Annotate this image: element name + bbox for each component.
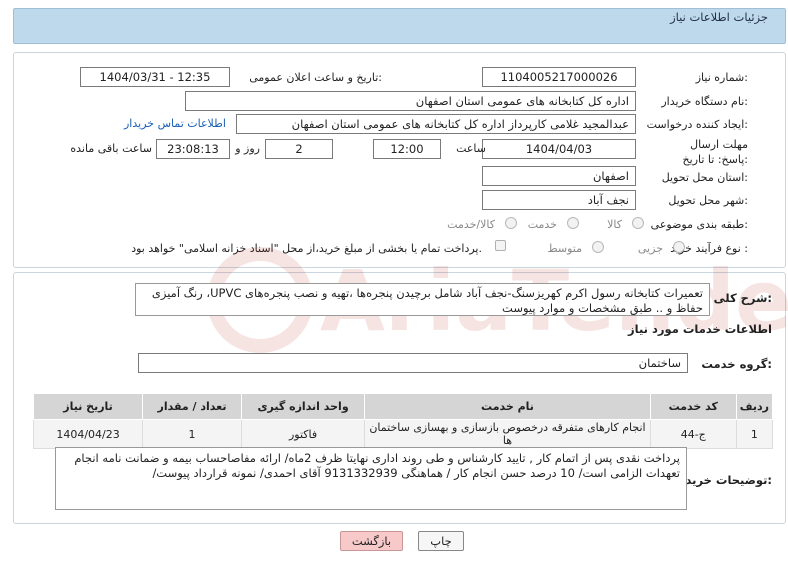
service-name-cell: انجام کارهای متفرقه درخصوص بازسازی و بهس… xyxy=(364,419,651,449)
treasury-bonds-note: پرداخت تمام یا بخشی از مبلغ خرید،از محل … xyxy=(131,242,482,255)
services-section-title: اطلاعات خدمات مورد نیاز xyxy=(628,322,772,336)
province-field: اصفهان xyxy=(482,166,636,186)
unit-cell: فاکتور xyxy=(240,419,366,449)
category-service-label: خدمت xyxy=(527,218,557,231)
city-field: نجف آباد xyxy=(482,190,636,210)
announce-date-label: تاریخ و ساعت اعلان عمومی: xyxy=(249,71,382,84)
buyer-notes-label: توضیحات خریدار: xyxy=(674,473,772,487)
row-index-cell: 1 xyxy=(735,419,774,449)
remaining-time-field: 23:08:13 xyxy=(156,139,230,159)
col-unit-header: واحد اندازه گیری xyxy=(240,393,366,420)
treasury-bonds-checkbox[interactable] xyxy=(495,240,506,251)
print-button[interactable]: چاپ xyxy=(418,531,464,551)
need-number-field: 1104005217000026 xyxy=(482,67,636,87)
services-table: ردیف کد خدمت نام خدمت واحد اندازه گیری ت… xyxy=(32,393,774,449)
need-date-cell: 1404/04/23 xyxy=(32,419,144,449)
col-quantity-header: تعداد / مقدار xyxy=(142,393,242,420)
province-label: استان محل تحویل: xyxy=(661,171,748,184)
deadline-date-field: 1404/04/03 xyxy=(482,139,636,159)
deadline-time-label: ساعت xyxy=(456,142,486,155)
days-label: روز و xyxy=(235,142,260,155)
process-minor-radio[interactable] xyxy=(673,241,685,253)
remaining-time-label: ساعت باقی مانده xyxy=(70,142,152,155)
description-text: تعمیرات کتابخانه رسول اکرم کهریزسنگ-نجف … xyxy=(135,283,710,316)
category-goods-radio[interactable] xyxy=(632,217,644,229)
category-goods-label: کالا xyxy=(607,218,622,231)
col-name-header: نام خدمت xyxy=(364,393,651,420)
category-goods-service-radio[interactable] xyxy=(505,217,517,229)
page-title: جزئیات اطلاعات نیاز xyxy=(670,10,768,24)
deadline-time-field: 12:00 xyxy=(373,139,441,159)
buyer-org-field: اداره کل کتابخانه های عمومی استان اصفهان xyxy=(185,91,636,111)
days-remaining-field: 2 xyxy=(265,139,333,159)
buyer-notes-text: پرداخت نقدی پس از اتمام کار , تایید کارش… xyxy=(55,447,687,510)
process-medium-radio[interactable] xyxy=(592,241,604,253)
service-group-field: ساختمان xyxy=(138,353,688,373)
back-button[interactable]: بازگشت xyxy=(340,531,403,551)
creator-field: عبدالمجید غلامی کارپرداز اداره کل کتابخا… xyxy=(236,114,636,134)
table-row: 1 ج-44 انجام کارهای متفرقه درخصوص بازساز… xyxy=(32,419,774,449)
category-service-radio[interactable] xyxy=(567,217,579,229)
buyer-contact-link[interactable]: اطلاعات تماس خریدار xyxy=(124,117,226,130)
col-row-header: ردیف xyxy=(735,393,774,420)
buyer-org-label: نام دستگاه خریدار: xyxy=(661,95,748,108)
col-code-header: کد خدمت xyxy=(649,393,737,420)
deadline-label: مهلت ارسال پاسخ: تا تاریخ: xyxy=(682,138,748,166)
creator-label: ایجاد کننده درخواست: xyxy=(646,118,748,131)
announce-date-field: 1404/03/31 - 12:35 xyxy=(80,67,230,87)
table-header-row: ردیف کد خدمت نام خدمت واحد اندازه گیری ت… xyxy=(32,393,774,420)
process-minor-label: جزیی xyxy=(637,242,663,255)
service-code-cell: ج-44 xyxy=(649,419,737,449)
city-label: شهر محل تحویل: xyxy=(668,194,748,207)
quantity-cell: 1 xyxy=(142,419,242,449)
category-goods-service-label: کالا/خدمت xyxy=(447,218,495,231)
category-label: طبقه بندی موضوعی: xyxy=(650,218,748,231)
col-date-header: تاریخ نیاز xyxy=(32,393,144,420)
process-medium-label: متوسط xyxy=(547,242,582,255)
service-group-label: گروه خدمت: xyxy=(701,357,772,371)
need-number-label: شماره نیاز: xyxy=(695,71,748,84)
